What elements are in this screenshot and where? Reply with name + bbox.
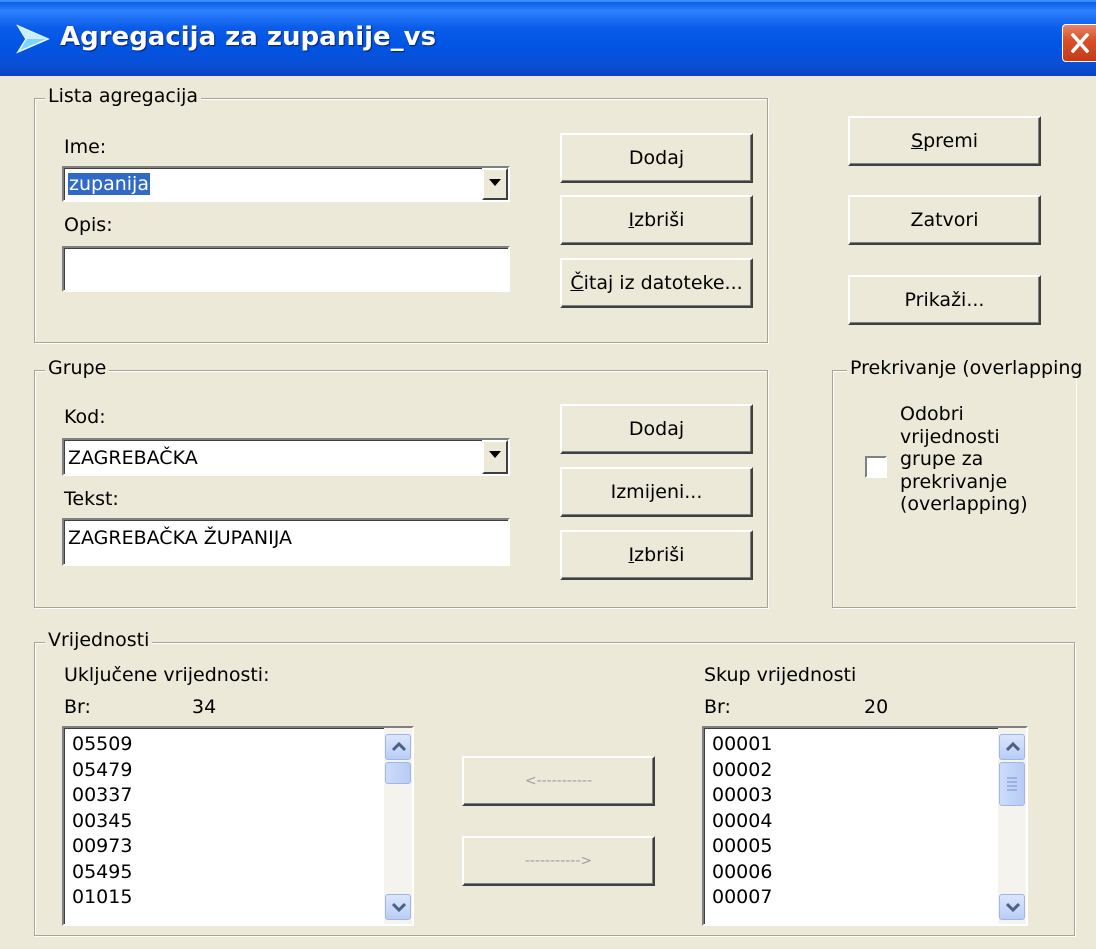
grupe-dodaj-button[interactable]: Dodaj <box>560 404 753 454</box>
list-item[interactable]: 00337 <box>72 783 132 809</box>
kod-combobox[interactable]: ZAGREBAČKA <box>62 438 510 476</box>
scroll-down-button[interactable] <box>999 894 1025 920</box>
included-values-list[interactable]: 05509 05479 00337 00345 00973 05495 0101… <box>62 726 414 926</box>
scroll-down-button[interactable] <box>385 894 411 920</box>
vrijednosti-legend: Vrijednosti <box>45 629 153 651</box>
app-arrow-icon <box>16 24 50 54</box>
tekst-input[interactable]: ZAGREBAČKA ŽUPANIJA <box>62 518 510 566</box>
included-scrollbar[interactable] <box>384 728 412 924</box>
close-button[interactable] <box>1062 24 1096 62</box>
spremi-button[interactable]: Spremi <box>848 116 1041 166</box>
ime-combobox[interactable]: zupanija <box>62 166 510 202</box>
available-scrollbar[interactable] <box>998 728 1026 924</box>
chevron-down-icon <box>1006 902 1020 912</box>
tekst-label: Tekst: <box>64 488 119 510</box>
chevron-down-icon <box>392 902 406 912</box>
available-values-title: Skup vrijednosti <box>704 664 857 686</box>
odobri-prekrivanje-checkbox[interactable] <box>865 456 887 478</box>
odobri-prekrivanje-label: Odobri vrijednosti grupe za prekrivanje … <box>900 403 1028 515</box>
list-item[interactable]: 05495 <box>72 860 132 886</box>
zatvori-button[interactable]: Zatvori <box>848 195 1041 245</box>
scroll-thumb[interactable] <box>385 762 411 784</box>
kod-label: Kod: <box>64 406 106 428</box>
scroll-thumb[interactable] <box>999 762 1025 806</box>
grupe-legend: Grupe <box>45 357 110 379</box>
scroll-up-button[interactable] <box>999 734 1025 760</box>
included-count-label: Br: <box>64 696 91 718</box>
window-title: Agregacija za zupanije_vs <box>60 22 437 52</box>
available-count: 20 <box>864 696 889 718</box>
grip-icon <box>1007 777 1017 791</box>
kod-dropdown-button[interactable] <box>482 440 508 474</box>
chevron-up-icon <box>1006 742 1020 752</box>
list-item[interactable]: 00973 <box>72 834 132 860</box>
included-count: 34 <box>192 696 217 718</box>
ime-dropdown-button[interactable] <box>482 168 508 200</box>
move-right-button[interactable]: -----------> <box>462 836 655 886</box>
list-item[interactable]: 05479 <box>72 758 132 784</box>
list-item[interactable]: 00003 <box>712 783 772 809</box>
title-bar: Agregacija za zupanije_vs <box>0 0 1096 76</box>
list-item[interactable]: 00001 <box>712 732 772 758</box>
prekrivanje-legend: Prekrivanje (overlapping <box>847 357 1086 379</box>
list-item[interactable]: 00345 <box>72 809 132 835</box>
lista-izbrisi-button[interactable]: Izbriši <box>560 195 753 245</box>
prikazi-button[interactable]: Prikaži... <box>848 275 1041 325</box>
list-item[interactable]: 00002 <box>712 758 772 784</box>
move-left-button[interactable]: <----------- <box>462 756 655 806</box>
lista-dodaj-button[interactable]: Dodaj <box>560 133 753 183</box>
chevron-down-icon <box>489 179 501 186</box>
list-item[interactable]: 00006 <box>712 860 772 886</box>
citaj-iz-datoteke-button[interactable]: Čitaj iz datoteke... <box>560 258 753 308</box>
list-item[interactable]: 01015 <box>72 885 132 911</box>
included-values-title: Uključene vrijednosti: <box>64 664 270 686</box>
opis-input[interactable] <box>62 246 510 292</box>
list-item[interactable]: 00005 <box>712 834 772 860</box>
izmijeni-button[interactable]: Izmijeni... <box>560 467 753 517</box>
list-item[interactable]: 00007 <box>712 885 772 911</box>
ime-value: zupanija <box>68 173 150 195</box>
opis-label: Opis: <box>64 214 113 236</box>
scroll-up-button[interactable] <box>385 734 411 760</box>
close-icon <box>1071 33 1089 53</box>
list-item[interactable]: 00004 <box>712 809 772 835</box>
grupe-izbrisi-button[interactable]: Izbriši <box>560 530 753 580</box>
available-values-list[interactable]: 00001 00002 00003 00004 00005 00006 0000… <box>702 726 1028 926</box>
available-count-label: Br: <box>704 696 731 718</box>
chevron-down-icon <box>489 451 501 458</box>
ime-label: Ime: <box>64 136 107 158</box>
chevron-up-icon <box>392 742 406 752</box>
kod-value: ZAGREBAČKA <box>68 447 198 469</box>
tekst-value: ZAGREBAČKA ŽUPANIJA <box>68 527 292 549</box>
lista-agregacija-legend: Lista agregacija <box>45 85 202 107</box>
list-item[interactable]: 05509 <box>72 732 132 758</box>
